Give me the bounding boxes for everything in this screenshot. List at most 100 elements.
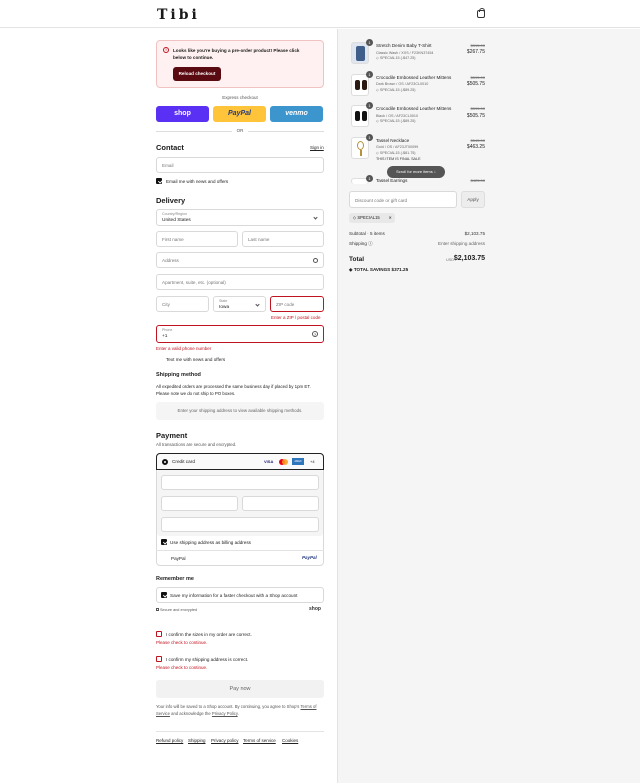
contact-heading: Contact	[156, 143, 184, 152]
apartment-field[interactable]: Apartment, suite, etc. (optional)	[156, 274, 324, 290]
country-value: United States	[162, 218, 191, 223]
legal-mid: and acknowledge the	[171, 711, 211, 716]
save-info-checkbox[interactable]	[161, 592, 167, 598]
total-savings: ◈ TOTAL SAVINGS $371.25	[349, 267, 408, 273]
address-field[interactable]: Address	[156, 252, 324, 268]
pay-now-button[interactable]: Pay now	[156, 680, 324, 698]
total-value: $2,103.75	[453, 255, 485, 262]
refund-policy-link[interactable]: Refund policy	[156, 738, 183, 743]
shipping-summary: Shipping ⓘ	[349, 241, 373, 247]
close-icon[interactable]: ✕	[388, 213, 392, 223]
state-select[interactable]: State Iowa	[213, 296, 266, 312]
item-discount-text: SPECIAL15 (-$89.25)	[379, 119, 416, 123]
city-placeholder: City	[162, 302, 170, 307]
cookies-link[interactable]: Cookies	[282, 738, 298, 743]
chevron-down-icon	[255, 302, 260, 307]
item-variant: Gold / OS / AF23JT00099	[376, 145, 419, 149]
item-price: $505.75	[466, 81, 485, 87]
state-label: State	[219, 299, 228, 303]
venmo-button[interactable]: venmo	[270, 106, 323, 122]
alert-icon: !	[163, 47, 169, 53]
tibi-logo[interactable]: Tibi	[157, 7, 200, 23]
expiry-field[interactable]	[161, 496, 238, 511]
shipping-placeholder-box: Enter your shipping address to view avai…	[156, 402, 324, 420]
subtotal-label: Subtotal · 5 items	[349, 231, 385, 236]
paypal-option-label[interactable]: PayPal	[171, 556, 186, 561]
zip-placeholder: ZIP code	[276, 302, 295, 307]
radio-selected-icon	[162, 459, 168, 465]
confirm-address-checkbox[interactable]	[156, 656, 162, 662]
paypal-button[interactable]: PayPal	[213, 106, 266, 122]
discount-code-field[interactable]: Discount code or gift card	[349, 191, 457, 208]
shipping-link[interactable]: Shipping	[188, 738, 206, 743]
help-icon[interactable]: ?	[312, 331, 318, 337]
confirm-sizes-checkbox[interactable]	[156, 631, 162, 637]
footer-divider	[156, 731, 324, 732]
qty-badge: 1	[366, 134, 373, 141]
shopping-bag-icon[interactable]	[477, 8, 485, 18]
card-number-field[interactable]	[161, 475, 319, 490]
confirm-address-error: Please check to continue.	[156, 665, 208, 670]
country-label: Country/Region	[162, 212, 187, 216]
savings-label: TOTAL SAVINGS	[353, 267, 391, 272]
newsletter-label: Email me with news and offers	[166, 179, 229, 184]
delivery-heading: Delivery	[156, 196, 186, 205]
country-select[interactable]: Country/Region United States	[156, 209, 324, 226]
apply-button[interactable]: Apply	[461, 191, 485, 208]
phone-field[interactable]: Phone +1 ?	[156, 325, 324, 343]
discount-tag: ◇ SPECIAL15 ✕	[349, 213, 395, 223]
apartment-placeholder: Apartment, suite, etc. (optional)	[162, 280, 226, 285]
item-discount: ◇ SPECIAL15 (-$89.25)	[376, 119, 416, 123]
item-price: $463.25	[466, 144, 485, 150]
item-image-tassel-necklace	[351, 137, 369, 159]
shipping-value: Enter shipping address	[438, 241, 485, 246]
privacy-policy-link[interactable]: Privacy policy	[211, 738, 239, 743]
billing-same-checkbox[interactable]	[161, 539, 167, 545]
item-variant: Classic Wash / XXS / F23KN37454	[376, 51, 434, 55]
scroll-more-items-button[interactable]: Scroll for more items ↓	[387, 166, 445, 178]
terms-link[interactable]: Terms of service	[243, 738, 276, 743]
help-icon[interactable]: ⓘ	[368, 241, 373, 246]
email-field[interactable]: Email	[156, 157, 324, 173]
item-name: Crocodile Embossed Leather Mittens	[376, 106, 452, 111]
email-placeholder: Email	[162, 163, 174, 168]
mastercard-icon	[279, 459, 288, 465]
zip-field[interactable]: ZIP code	[270, 296, 324, 312]
divider	[156, 550, 324, 551]
subtotal-value: $2,103.75	[464, 231, 485, 236]
shipping-method-heading: Shipping method	[156, 372, 201, 378]
city-field[interactable]: City	[156, 296, 209, 312]
last-name-field[interactable]: Last name	[242, 231, 324, 247]
shop-privacy-link[interactable]: Privacy Policy	[212, 711, 238, 716]
shop-logo: shop	[309, 606, 321, 612]
item-discount: ◇ SPECIAL15 (-$89.25)	[376, 88, 416, 92]
phone-label: Phone	[162, 328, 173, 332]
cvv-field[interactable]	[242, 496, 319, 511]
confirm-address-label: I confirm my shipping address is correct…	[166, 657, 249, 662]
alert-message: Looks like you're buying a pre-order pro…	[173, 48, 300, 60]
newsletter-checkbox[interactable]	[156, 178, 162, 184]
item-name: Tassel Earrings	[376, 178, 408, 183]
qty-badge: 1	[366, 71, 373, 78]
confirm-sizes-error: Please check to continue.	[156, 640, 208, 645]
sign-in-link[interactable]: Sign in	[310, 145, 324, 150]
text-me-checkbox[interactable]	[156, 355, 162, 361]
visa-icon: VISA	[264, 459, 274, 464]
pay-now-label: Pay now	[229, 686, 251, 692]
item-original-price: $595.00	[470, 106, 485, 111]
first-name-field[interactable]: First name	[156, 231, 238, 247]
paypal-radio[interactable]	[161, 555, 167, 561]
credit-card-option[interactable]: Credit card VISA AMEX +4	[156, 453, 324, 470]
item-original-price: $425.00	[470, 178, 485, 183]
discount-placeholder: Discount code or gift card	[355, 198, 408, 203]
cardholder-name-field[interactable]	[161, 517, 319, 532]
phone-value: +1	[162, 334, 168, 339]
more-cards-badge: +4	[310, 459, 315, 464]
payment-heading: Payment	[156, 431, 188, 440]
item-discount-text: SPECIAL15 (-$89.25)	[379, 88, 416, 92]
save-info-label: Save my information for a faster checkou…	[170, 593, 298, 598]
shop-pay-button[interactable]: shop	[156, 106, 209, 122]
reload-checkout-button[interactable]: Reload checkout	[173, 67, 221, 81]
item-discount-text: SPECIAL15 (-$81.75)	[379, 151, 416, 155]
shipping-label: Shipping	[349, 241, 367, 246]
